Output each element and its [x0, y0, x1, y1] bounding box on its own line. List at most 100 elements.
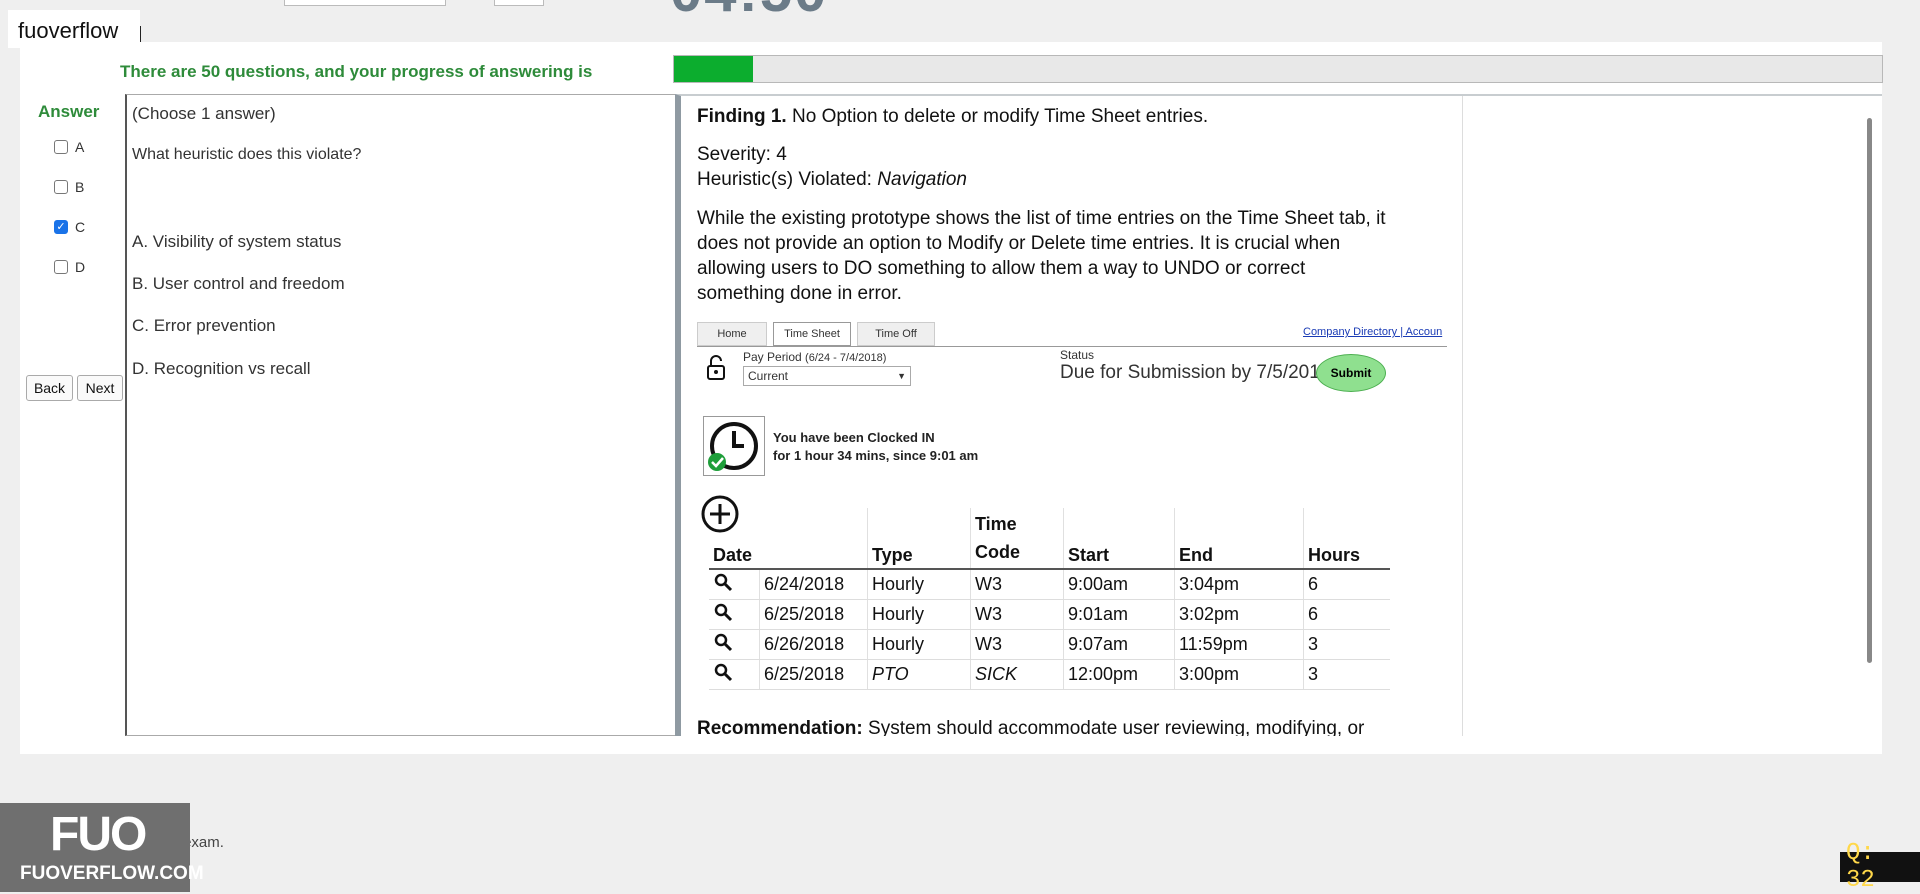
col-type: Type [867, 508, 971, 570]
finding-desc-4: something done in error. [697, 283, 902, 304]
checkbox-c[interactable]: ✓ [54, 220, 68, 234]
cell-type: PTO [867, 659, 971, 690]
finding-desc-3: allowing users to DO something to allow … [697, 258, 1306, 279]
cell-code: SICK [970, 659, 1064, 690]
col-hours: Hours [1303, 508, 1390, 570]
top-partial-header: 04:50 [0, 0, 1920, 12]
clock-icon [703, 416, 765, 476]
table-row: 6/25/2018 PTO SICK 12:00pm 3:00pm 3 [709, 659, 1390, 690]
choice-a: A. Visibility of system status [132, 232, 342, 251]
status-label: Status [1060, 348, 1095, 362]
mockup-links: Company Directory | Accoun [1303, 326, 1443, 338]
cell-start: 9:07am [1063, 629, 1175, 660]
partial-timer: 04:50 [670, 0, 828, 12]
pay-period-label: Pay Period (6/24 - 7/4/2018) [743, 350, 887, 364]
unlock-icon [705, 355, 727, 381]
partial-button [494, 0, 544, 6]
table-row: 6/26/2018 Hourly W3 9:07am 11:59pm 3 [709, 629, 1390, 660]
cell-hours: 6 [1303, 569, 1390, 600]
choice-b: B. User control and freedom [132, 274, 345, 293]
select-arrow-icon: ▼ [897, 371, 906, 381]
magnifier-icon [709, 659, 760, 690]
cell-type: Hourly [867, 599, 971, 630]
cell-date: 6/25/2018 [759, 659, 868, 690]
option-a-label: A [75, 139, 85, 155]
back-button[interactable]: Back [26, 375, 73, 401]
option-c-label: C [75, 219, 86, 235]
table-row: 6/24/2018 Hourly W3 9:00am 3:04pm 6 [709, 569, 1390, 600]
option-d-label: D [75, 259, 86, 275]
checkbox-b[interactable] [54, 180, 68, 194]
progress-label: There are 50 questions, and your progres… [120, 62, 593, 81]
partial-input [284, 0, 446, 6]
mockup-tab-home: Home [697, 322, 767, 346]
finding-desc-1: While the existing prototype shows the l… [697, 208, 1386, 229]
finding-severity: Severity: 4 [697, 144, 787, 165]
question-counter: Q: 32 [1840, 840, 1920, 894]
question-prompt: What heuristic does this violate? [132, 146, 362, 163]
option-d[interactable]: D [54, 259, 85, 275]
cell-hours: 6 [1303, 599, 1390, 630]
table-row: 6/25/2018 Hourly W3 9:01am 3:02pm 6 [709, 599, 1390, 630]
question-box [125, 94, 677, 736]
logo-site: FUOVERFLOW.COM [20, 863, 204, 884]
fuoverflow-logo: FUO FUOVERFLOW.COM [0, 803, 204, 892]
cell-type: Hourly [867, 569, 971, 600]
choice-c: C. Error prevention [132, 316, 276, 335]
progress-fill [674, 56, 753, 82]
finding-title: Finding 1. No Option to delete or modify… [697, 106, 1209, 127]
clock-line-1: You have been Clocked IN [773, 430, 935, 445]
checkbox-d[interactable] [54, 260, 68, 274]
cell-start: 9:01am [1063, 599, 1175, 630]
mockup-tab-timesheet: Time Sheet [773, 322, 851, 346]
finding-scrollbar[interactable] [1867, 118, 1872, 663]
mockup-tabs-bar [697, 346, 1447, 347]
cell-type: Hourly [867, 629, 971, 660]
cell-hours: 3 [1303, 629, 1390, 660]
mockup-tab-timeoff: Time Off [857, 322, 935, 346]
status-value: Due for Submission by 7/5/2018 [1060, 362, 1331, 383]
col-start: Start [1063, 508, 1175, 570]
progress-bar [673, 55, 1883, 83]
timesheet-table: Date Type Time Code Start End Hours 6/24… [709, 508, 1390, 690]
cell-code: W3 [970, 569, 1064, 600]
finding-heuristic: Heuristic(s) Violated: Navigation [697, 169, 967, 190]
cell-date: 6/25/2018 [759, 599, 868, 630]
cell-end: 11:59pm [1174, 629, 1304, 660]
mockup-submit-button: Submit [1316, 354, 1386, 392]
magnifier-icon [709, 599, 760, 630]
cell-hours: 3 [1303, 659, 1390, 690]
option-b[interactable]: B [54, 179, 84, 195]
pay-period-select: Current ▼ [743, 366, 911, 386]
choice-d: D. Recognition vs recall [132, 359, 311, 378]
cell-date: 6/26/2018 [759, 629, 868, 660]
finding-document: Finding 1. No Option to delete or modify… [687, 96, 1463, 736]
answer-title: Answer [38, 102, 100, 121]
finding-image-panel: Finding 1. No Option to delete or modify… [675, 94, 1882, 736]
option-c[interactable]: ✓ C [54, 219, 85, 235]
brand-name: fuoverflow [18, 18, 119, 43]
option-b-label: B [75, 179, 85, 195]
cell-code: W3 [970, 599, 1064, 630]
cell-end: 3:02pm [1174, 599, 1304, 630]
col-end: End [1174, 508, 1304, 570]
magnifier-icon [709, 569, 760, 600]
col-time-code: Time Code [970, 508, 1064, 570]
cell-start: 12:00pm [1063, 659, 1175, 690]
finding-recommendation: Recommendation: System should accommodat… [697, 718, 1365, 736]
checkbox-a[interactable] [54, 140, 68, 154]
cell-code: W3 [970, 629, 1064, 660]
option-a[interactable]: A [54, 139, 84, 155]
cell-end: 3:04pm [1174, 569, 1304, 600]
logo-mark: FUO [50, 808, 147, 861]
cell-start: 9:00am [1063, 569, 1175, 600]
table-header-row: Date Type Time Code Start End Hours [709, 508, 1390, 570]
clock-line-2: for 1 hour 34 mins, since 9:01 am [773, 448, 979, 463]
magnifier-icon [709, 629, 760, 660]
finding-desc-2: does not provide an option to Modify or … [697, 233, 1341, 254]
question-instruction: (Choose 1 answer) [132, 104, 276, 123]
next-button[interactable]: Next [77, 375, 123, 401]
col-date: Date [709, 508, 868, 570]
cell-date: 6/24/2018 [759, 569, 868, 600]
cell-end: 3:00pm [1174, 659, 1304, 690]
